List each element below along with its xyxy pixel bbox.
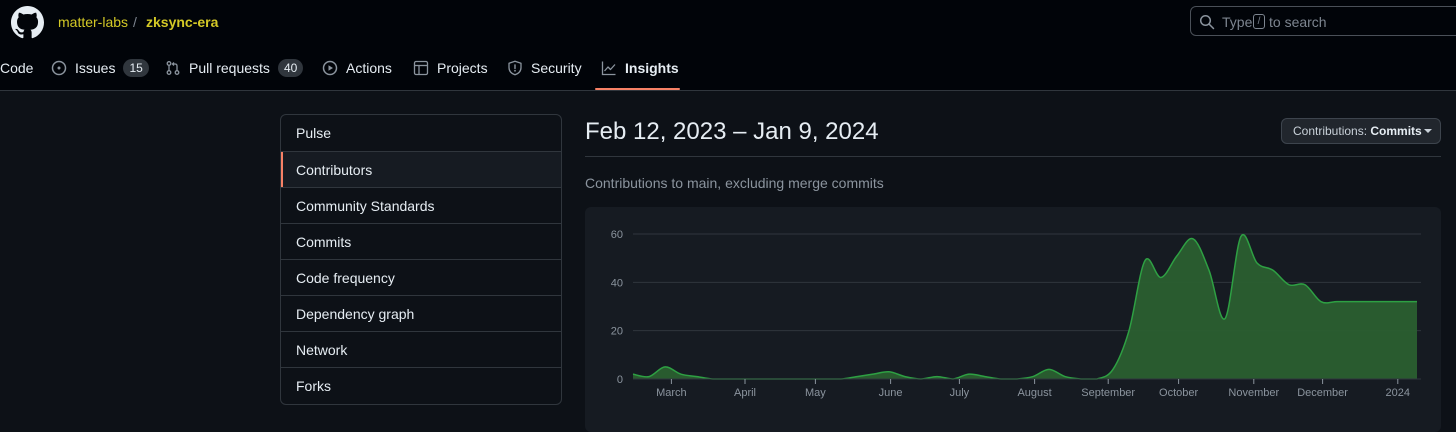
- x-tick-label: December: [1297, 387, 1348, 399]
- sidebar-item-pulse[interactable]: Pulse: [281, 115, 561, 151]
- commits-area: [633, 234, 1417, 379]
- contributions-type-dropdown[interactable]: Contributions: Commits: [1281, 118, 1441, 144]
- title-divider: [585, 156, 1441, 157]
- x-tick-label: April: [734, 387, 756, 399]
- git-pull-request-icon: [166, 61, 180, 75]
- y-tick-label: 20: [611, 326, 623, 338]
- sidebar-item-code-frequency[interactable]: Code frequency: [281, 259, 561, 295]
- search-placeholder-suffix: to search: [1269, 14, 1327, 30]
- play-icon: [322, 60, 338, 76]
- tab-issues[interactable]: Issues 15: [51, 56, 149, 80]
- pull-requests-count-badge: 40: [277, 59, 304, 77]
- shield-icon: [508, 60, 522, 76]
- sidebar-item-forks[interactable]: Forks: [281, 367, 561, 403]
- x-tick-label: March: [656, 387, 687, 399]
- search-icon: [1199, 14, 1215, 30]
- insights-sidebar-menu: Pulse Contributors Community Standards C…: [280, 114, 562, 405]
- repo-header: matter-labs / zksync-era Type / to searc…: [0, 0, 1456, 91]
- contributions-label: Contributions:: [1293, 124, 1368, 138]
- graph-icon: [601, 61, 616, 76]
- breadcrumb-repo-link[interactable]: zksync-era: [146, 14, 218, 30]
- sidebar-item-community-standards[interactable]: Community Standards: [281, 187, 561, 223]
- x-tick-label: June: [879, 387, 903, 399]
- tab-actions[interactable]: Actions: [322, 56, 392, 80]
- tab-projects-label: Projects: [437, 60, 488, 76]
- contributions-value: Commits: [1370, 124, 1422, 138]
- x-tick-label: July: [950, 387, 970, 399]
- table-icon: [413, 60, 429, 76]
- sidebar-item-contributors[interactable]: Contributors: [281, 151, 561, 188]
- breadcrumb-separator: /: [133, 14, 137, 30]
- tab-code-label: Code: [0, 60, 34, 76]
- tab-projects[interactable]: Projects: [413, 56, 488, 80]
- breadcrumb-owner-link[interactable]: matter-labs: [58, 14, 128, 30]
- contributions-subtitle: Contributions to main, excluding merge c…: [585, 175, 884, 191]
- search-placeholder-prefix: Type: [1222, 14, 1253, 30]
- x-tick-label: November: [1228, 387, 1279, 399]
- selected-tab-indicator: [595, 88, 680, 90]
- tab-security[interactable]: Security: [507, 56, 582, 80]
- sidebar-item-dependency-graph[interactable]: Dependency graph: [281, 295, 561, 331]
- tab-security-label: Security: [531, 60, 582, 76]
- tab-pull-requests-label: Pull requests: [189, 60, 270, 76]
- tab-insights[interactable]: Insights: [601, 56, 679, 80]
- tab-code[interactable]: Code: [0, 56, 33, 80]
- tab-actions-label: Actions: [346, 60, 392, 76]
- x-tick-label: October: [1159, 387, 1198, 399]
- date-range-title: Feb 12, 2023 – Jan 9, 2024: [585, 118, 879, 145]
- issues-count-badge: 15: [123, 59, 149, 77]
- github-logo-icon[interactable]: [11, 6, 44, 39]
- y-tick-label: 0: [617, 374, 623, 386]
- x-tick-label: September: [1081, 387, 1135, 399]
- search-shortcut-key: /: [1253, 14, 1265, 29]
- y-tick-label: 60: [611, 229, 623, 241]
- search-input[interactable]: Type / to search: [1190, 6, 1456, 36]
- x-tick-label: August: [1017, 387, 1051, 399]
- y-tick-label: 40: [611, 277, 623, 289]
- issue-opened-icon: [51, 60, 67, 76]
- x-tick-label: May: [805, 387, 826, 399]
- tab-insights-label: Insights: [625, 60, 679, 76]
- contributions-chart-svg: 0 20 40 60 March April May June July August Septem…: [611, 229, 1421, 399]
- contributions-chart: 0 20 40 60 March April May June July August Septem…: [585, 207, 1441, 432]
- tab-issues-label: Issues: [75, 60, 116, 76]
- sidebar-item-commits[interactable]: Commits: [281, 223, 561, 259]
- caret-down-icon: [1424, 129, 1432, 133]
- tab-pull-requests[interactable]: Pull requests 40: [165, 56, 304, 80]
- sidebar-item-network[interactable]: Network: [281, 331, 561, 367]
- x-tick-label: 2024: [1386, 387, 1410, 399]
